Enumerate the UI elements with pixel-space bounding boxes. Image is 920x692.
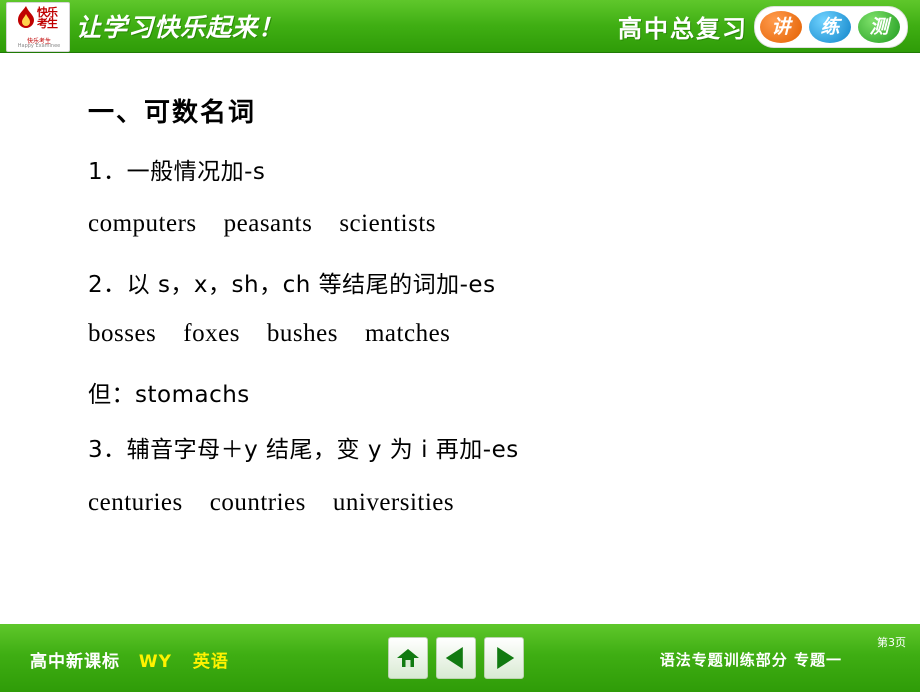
header-pill-group: 讲 练 测 bbox=[754, 6, 908, 48]
footer-publisher: WY bbox=[138, 652, 172, 672]
slide-navigation bbox=[388, 637, 528, 681]
footer-course: 高中新课标 bbox=[30, 652, 120, 672]
content-line-2: computers peasants scientists bbox=[88, 210, 436, 237]
slide-body: 一、可数名词 1．一般情况加-s computers peasants scie… bbox=[0, 52, 920, 622]
page-number: 第3页 bbox=[877, 636, 906, 649]
footer-bar: 高中新课标 WY 英语 语法专题训练部分 专题一 第3页 bbox=[0, 622, 920, 692]
header-slogan: 让学习快乐起来！ bbox=[76, 13, 285, 42]
arrow-left-icon bbox=[445, 647, 463, 669]
content-line-4: bosses foxes bushes matches bbox=[88, 320, 451, 347]
footer-subject: 英语 bbox=[192, 652, 229, 672]
content-line-1: 1．一般情况加-s bbox=[88, 159, 266, 185]
content-line-7: centuries countries universities bbox=[88, 489, 455, 516]
slide: 快乐 考生 快乐考生 Happy Examinee 让学习快乐起来！ 高中总复习… bbox=[0, 0, 920, 692]
flame-icon bbox=[18, 6, 34, 28]
pill-ce: 测 bbox=[858, 11, 900, 43]
previous-slide-button[interactable] bbox=[436, 637, 476, 679]
home-icon bbox=[397, 649, 419, 667]
footer-course-info: 高中新课标 WY 英语 bbox=[30, 647, 229, 672]
content-line-6: 3．辅音字母＋y 结尾，变 y 为 i 再加-es bbox=[88, 437, 519, 463]
pill-jiang: 讲 bbox=[760, 11, 802, 43]
arrow-right-icon bbox=[497, 647, 515, 669]
brand-logo: 快乐 考生 快乐考生 Happy Examinee bbox=[6, 2, 70, 52]
section-heading: 一、可数名词 bbox=[88, 98, 257, 128]
footer-section-label: 语法专题训练部分 专题一 bbox=[659, 651, 842, 669]
brand-name-cn: 快乐 考生 bbox=[37, 7, 67, 29]
content-line-3: 2．以 s，x，sh，ch 等结尾的词加-es bbox=[88, 272, 496, 298]
pill-lian: 练 bbox=[809, 11, 851, 43]
brand-sub-en: Happy Examinee bbox=[17, 43, 61, 49]
content-line-5: 但：stomachs bbox=[88, 382, 250, 408]
brand-name-line2: 考生 bbox=[37, 17, 58, 30]
header-bar: 快乐 考生 快乐考生 Happy Examinee 让学习快乐起来！ 高中总复习… bbox=[0, 0, 920, 53]
header-series-title: 高中总复习 bbox=[618, 15, 748, 43]
home-button[interactable] bbox=[388, 637, 428, 679]
next-slide-button[interactable] bbox=[484, 637, 524, 679]
